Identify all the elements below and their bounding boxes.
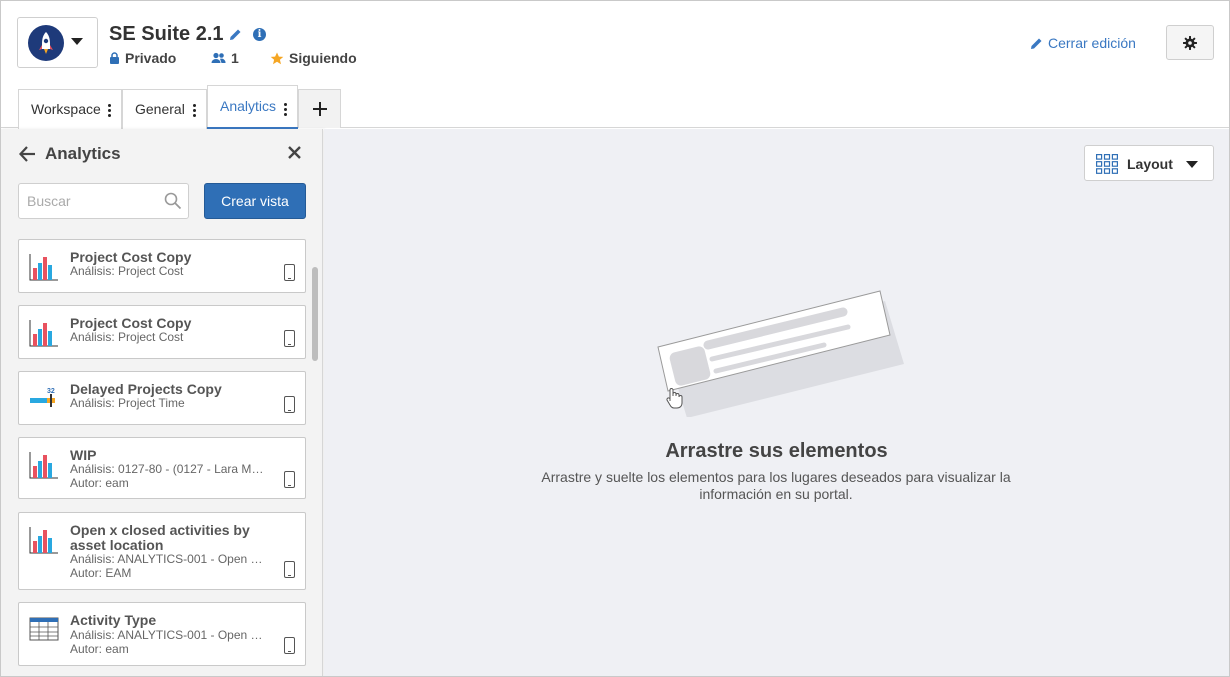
pencil-icon[interactable] [229,28,242,46]
tab-label: General [135,101,185,117]
plus-icon [312,102,327,116]
settings-button[interactable] [1166,25,1214,60]
portal-canvas[interactable]: Layout Arrastre sus elementos Arrastre y… [324,129,1229,676]
list-item[interactable]: 32 Delayed Projects Copy Análisis: Proje… [18,371,306,425]
item-author: Autor: eam [70,476,129,490]
members-count[interactable]: 1 [211,50,239,66]
bar-chart-icon [29,252,59,282]
lock-icon [110,52,119,64]
gear-icon [1183,35,1197,50]
item-analysis: Análisis: Project Cost [70,264,184,278]
item-analysis: Análisis: Project Cost [70,330,184,344]
portal-title: SE Suite 2.1 [109,23,224,45]
info-icon[interactable]: i [253,28,266,41]
search-icon[interactable] [164,192,182,215]
portal-logo-button[interactable] [17,17,98,68]
list-item[interactable]: Project Cost Copy Análisis: Project Cost [18,239,306,293]
empty-state-text: Arrastre y suelte los elementos para los… [541,469,1011,502]
add-tab-button[interactable] [298,89,341,128]
members-label: 1 [231,50,239,66]
table-icon [29,615,59,645]
item-title: Project Cost Copy [70,315,192,331]
bar-chart-icon [29,450,59,480]
mobile-device-icon[interactable] [284,264,295,281]
gauge-value-label: 32 [47,388,55,395]
tab-label: Analytics [220,98,277,114]
gauge-chart-icon: 32 [29,384,59,414]
kebab-menu-icon[interactable] [193,104,197,119]
grid-icon [1096,154,1118,179]
layout-dropdown[interactable]: Layout [1084,145,1214,181]
item-title: Open x closed activities by asset locati… [70,522,250,553]
portal-header: SE Suite 2.1 i Privado 1 Siguiendo Cerra… [1,1,1229,130]
mobile-device-icon[interactable] [284,396,295,413]
item-analysis: Análisis: ANALYTICS-001 - Open x closed [70,552,266,566]
mobile-device-icon[interactable] [284,637,295,654]
mobile-device-icon[interactable] [284,471,295,488]
tab-analytics[interactable]: Analytics [207,85,298,130]
analytics-panel: Analytics Crear vista Project Cost Copy … [1,129,323,676]
tab-general[interactable]: General [122,89,207,129]
follow-label: Siguiendo [289,50,357,66]
item-analysis: Análisis: Project Time [70,396,185,410]
close-icon[interactable] [288,146,301,164]
chevron-down-icon [71,38,83,45]
list-item[interactable]: Activity Type Análisis: ANALYTICS-001 - … [18,602,306,666]
app-window: SE Suite 2.1 i Privado 1 Siguiendo Cerra… [0,0,1230,677]
pencil-icon [1031,38,1042,49]
layout-label: Layout [1127,156,1173,172]
bar-chart-icon [29,318,59,348]
close-edit-link[interactable]: Cerrar edición [1030,35,1136,51]
tab-workspace[interactable]: Workspace [18,89,122,129]
empty-state-title: Arrastre sus elementos [665,440,888,462]
kebab-menu-icon[interactable] [108,104,112,119]
item-author: Autor: eam [70,642,129,656]
item-analysis: Análisis: ANALYTICS-001 - Open x closed [70,628,266,642]
item-analysis: Análisis: 0127-80 - (0127 - Lara Miranda… [70,462,266,476]
drag-drop-illustration [654,287,909,422]
search-input[interactable] [19,184,159,218]
mobile-device-icon[interactable] [284,561,295,578]
search-box [18,183,189,219]
panel-title: Analytics [45,144,121,163]
mobile-device-icon[interactable] [284,330,295,347]
privacy-status: Privado [109,50,176,66]
chevron-down-icon [1186,161,1198,168]
star-icon [270,52,284,64]
item-title: Project Cost Copy [70,249,192,265]
list-item[interactable]: Open x closed activities by asset locati… [18,512,306,590]
arrow-left-icon[interactable] [18,146,36,167]
create-view-button[interactable]: Crear vista [204,183,306,219]
tab-label: Workspace [31,101,101,117]
close-edit-label: Cerrar edición [1048,35,1136,51]
users-icon [211,52,226,63]
item-title: Activity Type [70,612,157,628]
kebab-menu-icon[interactable] [284,103,288,118]
panel-scrollbar[interactable] [312,267,318,361]
item-author: Autor: EAM [70,566,132,580]
list-item[interactable]: WIP Análisis: 0127-80 - (0127 - Lara Mir… [18,437,306,499]
bar-chart-icon [29,525,59,555]
privacy-label: Privado [125,50,177,66]
follow-status[interactable]: Siguiendo [270,50,357,66]
item-title: WIP [70,447,97,463]
rocket-icon [28,25,64,61]
item-title: Delayed Projects Copy [70,381,222,397]
list-item[interactable]: Project Cost Copy Análisis: Project Cost [18,305,306,359]
